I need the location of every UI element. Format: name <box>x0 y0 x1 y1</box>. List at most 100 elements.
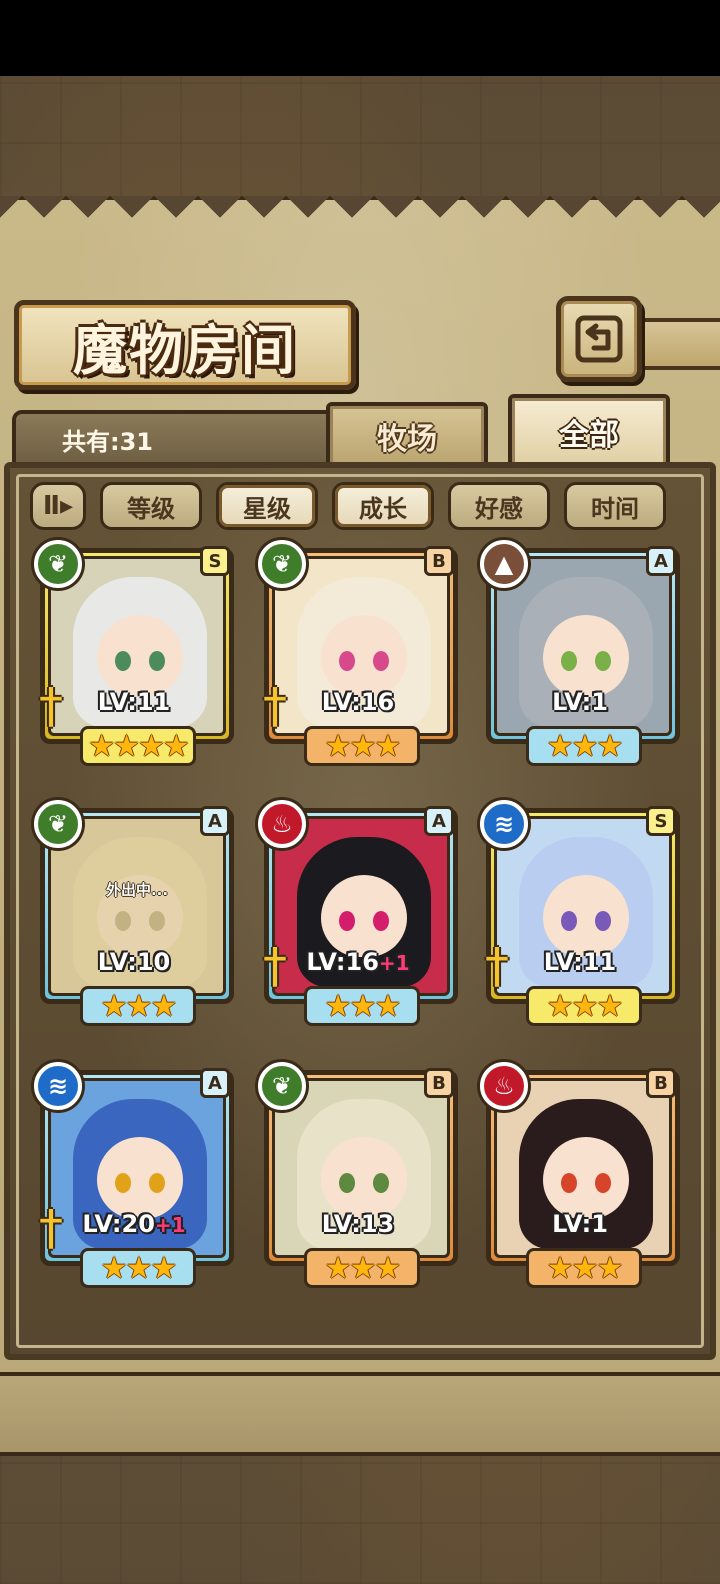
portrait-face <box>321 1137 407 1219</box>
fire-element-icon: ♨ <box>258 800 306 848</box>
sort-button-label: 星级 <box>243 494 291 523</box>
level-text: LV:13 <box>321 1210 395 1238</box>
monster-card[interactable]: S ❦ † LV:11 ★★★★ <box>34 540 234 766</box>
leaf-element-icon: ❦ <box>258 540 306 588</box>
leaf-element-icon: ❦ <box>34 800 82 848</box>
monster-card[interactable]: 外出中... A ❦ LV:10 ★★★ <box>34 800 234 1026</box>
sort-button-label: 时间 <box>591 494 639 523</box>
monster-card[interactable]: A ▲ LV:1 ★★★ <box>480 540 680 766</box>
status-bar <box>0 0 720 76</box>
monster-level: LV:10 <box>34 948 234 976</box>
sort-level-button[interactable]: 等级 <box>100 482 202 530</box>
star-rating-bar: ★★★ <box>304 726 420 766</box>
monster-level: LV:16 <box>258 688 458 716</box>
portrait-face <box>321 875 407 957</box>
level-text: LV:11 <box>97 688 171 716</box>
sort-star-button[interactable]: 星级 <box>216 482 318 530</box>
monster-card[interactable]: B ❦ LV:13 ★★★ <box>258 1062 458 1288</box>
star-icons: ★★★ <box>546 1250 624 1286</box>
star-rating-bar: ★★★ <box>526 726 642 766</box>
star-icons: ★★★ <box>546 728 624 764</box>
sort-time-button[interactable]: 时间 <box>564 482 666 530</box>
level-text: LV:11 <box>543 948 617 976</box>
level-text: LV:10 <box>97 948 171 976</box>
level-text: LV:1 <box>552 688 608 716</box>
portrait-eye <box>373 911 389 931</box>
rarity-grade-badge: B <box>424 1068 454 1098</box>
count-plate: 共有:31 <box>12 410 362 468</box>
star-rating-bar: ★★★ <box>304 1248 420 1288</box>
star-rating-bar: ★★★ <box>304 986 420 1026</box>
star-icons: ★★★ <box>546 988 624 1024</box>
tab-label: 全部 <box>559 418 619 453</box>
sort-button-label: 等级 <box>127 494 175 523</box>
rarity-grade-badge: A <box>200 806 230 836</box>
monster-card[interactable]: B ♨ LV:1 ★★★ <box>480 1062 680 1288</box>
level-bonus: +1 <box>378 951 410 975</box>
monster-level: LV:16+1 <box>258 948 458 976</box>
portrait-eye <box>115 651 131 671</box>
sort-button-label: 成长 <box>359 494 407 523</box>
portrait-eye <box>561 651 577 671</box>
monster-level: LV:11 <box>34 688 234 716</box>
rarity-grade-badge: B <box>646 1068 676 1098</box>
level-text: LV:1 <box>552 1210 608 1238</box>
star-rating-bar: ★★★ <box>80 986 196 1026</box>
leaf-element-icon: ❦ <box>34 540 82 588</box>
title-plate: 魔物房间 <box>14 300 356 390</box>
monster-level: LV:1 <box>480 1210 680 1238</box>
leaf-element-icon: ❦ <box>258 1062 306 1110</box>
monster-card[interactable]: S ≋ † LV:11 ★★★ <box>480 800 680 1026</box>
sort-growth-button[interactable]: 成长 <box>332 482 434 530</box>
level-text: LV:16 <box>306 948 379 976</box>
pause-icon: Ⅱ▸ <box>42 491 74 521</box>
page-title: 魔物房间 <box>73 317 297 382</box>
monster-level: LV:13 <box>258 1210 458 1238</box>
portrait-face <box>97 615 183 697</box>
portrait-face <box>321 615 407 697</box>
portrait-eye <box>561 911 577 931</box>
star-icons: ★★★ <box>324 1250 402 1286</box>
monster-level: LV:1 <box>480 688 680 716</box>
star-icons: ★★★★ <box>88 728 190 764</box>
portrait-eye <box>373 1173 389 1193</box>
level-bonus: +1 <box>154 1213 186 1237</box>
rarity-grade-badge: A <box>200 1068 230 1098</box>
star-rating-bar: ★★★ <box>80 1248 196 1288</box>
portrait-eye <box>561 1173 577 1193</box>
tab-label: 牧场 <box>377 422 437 457</box>
rarity-grade-badge: A <box>424 806 454 836</box>
star-icons: ★★★ <box>324 728 402 764</box>
water-element-icon: ≋ <box>34 1062 82 1110</box>
monster-card[interactable]: B ❦ † LV:16 ★★★ <box>258 540 458 766</box>
sort-order-toggle[interactable]: Ⅱ▸ <box>30 482 86 530</box>
back-bar <box>640 318 720 370</box>
star-icons: ★★★ <box>100 988 178 1024</box>
back-button[interactable] <box>556 296 642 382</box>
monster-card[interactable]: A ♨ † LV:16+1 ★★★ <box>258 800 458 1026</box>
star-rating-bar: ★★★ <box>526 986 642 1026</box>
fire-element-icon: ♨ <box>480 1062 528 1110</box>
monster-card[interactable]: A ≋ † LV:20+1 ★★★ <box>34 1062 234 1288</box>
sort-affection-button[interactable]: 好感 <box>448 482 550 530</box>
star-icons: ★★★ <box>324 988 402 1024</box>
sort-bar: Ⅱ▸ 等级 星级 成长 好感 时间 <box>30 482 670 534</box>
bottom-band <box>0 1376 720 1456</box>
rarity-grade-badge: S <box>200 546 230 576</box>
back-arrow-icon <box>575 315 623 363</box>
earth-element-icon: ▲ <box>480 540 528 588</box>
portrait-face <box>97 1137 183 1219</box>
monster-level: LV:20+1 <box>34 1210 234 1238</box>
monster-level: LV:11 <box>480 948 680 976</box>
portrait-eye <box>339 911 355 931</box>
star-rating-bar: ★★★★ <box>80 726 196 766</box>
tab-all[interactable]: 全部 <box>508 394 670 470</box>
tab-pasture[interactable]: 牧场 <box>326 402 488 470</box>
portrait-face <box>543 615 629 697</box>
star-icons: ★★★ <box>100 1250 178 1286</box>
portrait-eye <box>595 911 611 931</box>
portrait-eye <box>115 1173 131 1193</box>
away-status-label: 外出中... <box>105 880 169 899</box>
panel-zigzag-edge <box>0 196 720 240</box>
portrait-face <box>543 875 629 957</box>
